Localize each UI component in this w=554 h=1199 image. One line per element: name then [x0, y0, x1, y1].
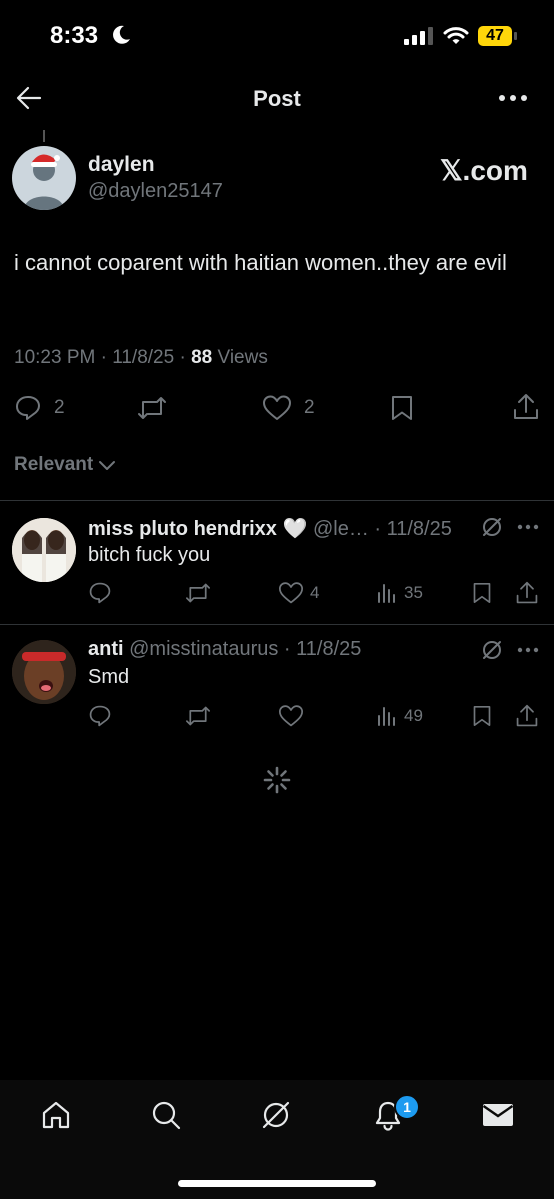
repost-button[interactable]	[136, 394, 168, 422]
heart-icon	[279, 582, 303, 604]
page-title: Post	[253, 86, 301, 111]
sort-label: Relevant	[14, 454, 94, 475]
views-count[interactable]: 88	[191, 347, 212, 368]
analytics-icon	[378, 707, 395, 726]
bookmark-button[interactable]	[472, 704, 492, 728]
grok-icon	[262, 1101, 290, 1129]
avatar[interactable]	[12, 518, 76, 582]
share-icon	[514, 394, 538, 419]
like-count: 4	[310, 583, 320, 602]
avatar-photo	[12, 518, 76, 582]
analytics-icon	[378, 584, 395, 603]
x-com-badge: 𝕏.com	[440, 155, 528, 186]
list-item[interactable]: anti @misstinataurus · 11/8/25 Smd 49	[0, 624, 554, 744]
reply-count: 2	[54, 397, 65, 418]
repost-icon	[186, 706, 210, 726]
home-icon	[42, 1101, 70, 1129]
like-button[interactable]	[278, 704, 310, 728]
status-time: 8:33	[50, 22, 99, 49]
tab-bar: 1	[0, 1080, 554, 1199]
share-button[interactable]	[515, 703, 539, 729]
bookmark-icon	[473, 706, 491, 727]
reply-icon	[89, 705, 111, 727]
reply-text: Smd	[88, 666, 130, 688]
reply-author-name[interactable]: miss pluto hendrixx 🤍	[88, 518, 307, 540]
avatar[interactable]	[12, 640, 76, 704]
bookmark-icon	[392, 396, 412, 420]
repost-button[interactable]	[184, 704, 212, 728]
notification-badge: 1	[394, 1094, 420, 1120]
like-button[interactable]: 4	[278, 581, 319, 605]
reply-icon	[89, 582, 111, 604]
avatar-photo	[12, 640, 76, 704]
wifi-icon	[443, 26, 469, 46]
battery-level: 47	[486, 27, 504, 44]
repost-icon	[186, 583, 210, 603]
moon-icon	[110, 24, 132, 46]
share-icon	[516, 581, 538, 604]
views-count: 35	[404, 583, 423, 602]
bookmark-icon	[473, 583, 491, 604]
heart-icon	[263, 395, 291, 420]
reply-button[interactable]: 2	[14, 394, 65, 422]
loading-spinner-icon	[262, 765, 292, 795]
views-label: Views	[212, 347, 268, 368]
post-meta: 10:23 PM · 11/8/25 · 88 Views	[14, 347, 268, 369]
grok-icon[interactable]	[481, 516, 503, 538]
reply-text: bitch fuck you	[88, 544, 211, 566]
avatar[interactable]	[12, 146, 76, 210]
like-count: 2	[304, 397, 315, 418]
tab-grok[interactable]	[260, 1099, 292, 1131]
reply-button[interactable]	[88, 704, 112, 728]
views-button[interactable]: 35	[376, 581, 423, 605]
home-indicator	[178, 1180, 376, 1187]
reply-icon	[16, 396, 40, 420]
more-options-button[interactable]	[498, 94, 528, 102]
battery-icon: 47	[478, 26, 512, 46]
tab-messages[interactable]	[482, 1101, 514, 1129]
reply-more-button[interactable]	[517, 647, 539, 653]
share-button[interactable]	[512, 392, 540, 422]
bookmark-button[interactable]	[472, 581, 492, 605]
tab-search[interactable]	[150, 1099, 182, 1131]
share-icon	[516, 704, 538, 727]
mail-icon	[482, 1104, 514, 1126]
status-bar: 8:33 47	[0, 0, 554, 70]
author-name[interactable]: daylen	[88, 153, 155, 177]
post-text: i cannot coparent with haitian women..th…	[14, 250, 507, 275]
search-icon	[152, 1101, 181, 1130]
tab-home[interactable]	[40, 1099, 72, 1131]
author-handle[interactable]: @daylen25147	[88, 180, 223, 203]
reply-handle-date[interactable]: @le… · 11/8/25	[313, 518, 452, 540]
like-button[interactable]: 2	[262, 394, 315, 422]
post-timestamp: 10:23 PM · 11/8/25 ·	[14, 347, 192, 368]
reply-button[interactable]	[88, 581, 112, 605]
repost-button[interactable]	[184, 581, 212, 605]
grok-icon[interactable]	[481, 639, 503, 661]
reply-handle-date[interactable]: @misstinataurus · 11/8/25	[129, 638, 361, 660]
default-avatar-icon	[24, 154, 64, 210]
list-item[interactable]: miss pluto hendrixx 🤍 @le… · 11/8/25 bit…	[0, 500, 554, 624]
reply-author-name[interactable]: anti	[88, 638, 124, 660]
heart-icon	[279, 705, 303, 727]
bookmark-button[interactable]	[390, 394, 414, 422]
views-count: 49	[404, 706, 423, 725]
repost-icon	[138, 397, 166, 419]
signal-icon	[404, 27, 434, 45]
views-button[interactable]: 49	[376, 704, 423, 728]
reply-more-button[interactable]	[517, 524, 539, 530]
sort-dropdown[interactable]: Relevant	[14, 454, 116, 476]
thread-line	[43, 130, 45, 142]
share-button[interactable]	[515, 580, 539, 606]
chevron-down-icon	[99, 461, 116, 470]
